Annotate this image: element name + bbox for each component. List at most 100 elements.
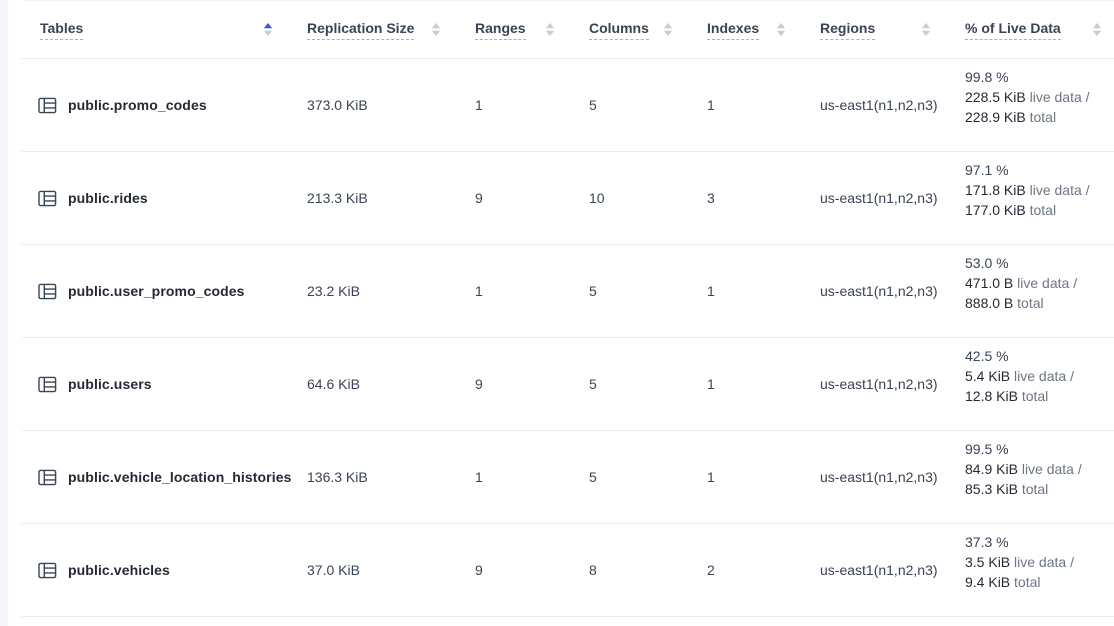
live-size-line: 84.9 KiB live data / <box>965 459 1114 479</box>
total-suffix: total <box>1030 202 1056 218</box>
total-suffix: total <box>1030 109 1056 125</box>
total-suffix: total <box>1017 295 1043 311</box>
ranges-header-cell[interactable]: Ranges <box>475 1 589 58</box>
table-name-link[interactable]: public.promo_codes <box>22 97 307 114</box>
total-size: 228.9 KiB <box>965 109 1026 125</box>
table-row: public.user_promo_codes 23.2 KiB 1 5 1 u… <box>22 245 1114 338</box>
total-size-line: 9.4 KiB total <box>965 572 1114 592</box>
live-size: 5.4 KiB <box>965 368 1010 384</box>
regions-cell: us-east1(n1,n2,n3) <box>820 283 965 299</box>
ranges-cell: 1 <box>475 97 589 113</box>
live-percent: 42.5 % <box>965 346 1114 366</box>
indexes-cell: 1 <box>707 97 820 113</box>
replication-size-header-cell[interactable]: Replication Size <box>307 1 475 58</box>
table-row: public.vehicles 37.0 KiB 9 8 2 us-east1(… <box>22 524 1114 617</box>
live-size-line: 171.8 KiB live data / <box>965 180 1114 200</box>
live-size-line: 228.5 KiB live data / <box>965 87 1114 107</box>
table-grid-icon <box>38 283 57 300</box>
live-percent: 99.8 % <box>965 67 1114 87</box>
live-data-suffix: live data / <box>1014 554 1074 570</box>
table-name: public.rides <box>68 190 148 206</box>
live-size: 171.8 KiB <box>965 182 1026 198</box>
live-size: 3.5 KiB <box>965 554 1010 570</box>
sort-arrows-icon <box>776 22 786 37</box>
live-data-header-cell[interactable]: % of Live Data <box>965 1 1114 58</box>
live-size: 471.0 B <box>965 275 1013 291</box>
indexes-cell: 3 <box>707 190 820 206</box>
table-grid-icon <box>38 190 57 207</box>
total-size-line: 888.0 B total <box>965 293 1114 313</box>
total-size: 85.3 KiB <box>965 481 1018 497</box>
regions-cell: us-east1(n1,n2,n3) <box>820 97 965 113</box>
total-size: 12.8 KiB <box>965 388 1018 404</box>
total-suffix: total <box>1022 481 1048 497</box>
table-name: public.user_promo_codes <box>68 283 245 299</box>
columns-header-cell[interactable]: Columns <box>589 1 707 58</box>
sort-arrows-icon <box>263 22 273 37</box>
live-size: 84.9 KiB <box>965 461 1018 477</box>
columns-cell: 5 <box>589 283 707 299</box>
sort-arrows-icon <box>921 22 931 37</box>
table-grid-icon <box>38 469 57 486</box>
ranges-cell: 1 <box>475 469 589 485</box>
indexes-cell: 1 <box>707 469 820 485</box>
live-data-cell: 97.1 % 171.8 KiB live data / 177.0 KiB t… <box>965 160 1114 220</box>
total-suffix: total <box>1014 574 1040 590</box>
live-data-cell: 42.5 % 5.4 KiB live data / 12.8 KiB tota… <box>965 346 1114 406</box>
indexes-cell: 1 <box>707 283 820 299</box>
indexes-cell: 1 <box>707 376 820 392</box>
total-size-line: 85.3 KiB total <box>965 479 1114 499</box>
page-left-gutter <box>0 0 8 626</box>
live-size-line: 471.0 B live data / <box>965 273 1114 293</box>
sort-arrows-icon <box>431 22 441 37</box>
ranges-header-label: Ranges <box>475 20 526 40</box>
replication-size-cell: 37.0 KiB <box>307 562 475 578</box>
total-suffix: total <box>1022 388 1048 404</box>
tables-header-cell[interactable]: Tables <box>22 1 307 58</box>
replication-size-cell: 213.3 KiB <box>307 190 475 206</box>
table-row: public.rides 213.3 KiB 9 10 3 us-east1(n… <box>22 152 1114 245</box>
indexes-cell: 2 <box>707 562 820 578</box>
columns-cell: 5 <box>589 376 707 392</box>
columns-cell: 5 <box>589 97 707 113</box>
columns-cell: 8 <box>589 562 707 578</box>
sort-arrows-icon <box>1092 22 1102 37</box>
table-body: public.promo_codes 373.0 KiB 1 5 1 us-ea… <box>22 59 1114 617</box>
table-name-link[interactable]: public.vehicles <box>22 562 307 579</box>
live-percent: 37.3 % <box>965 532 1114 552</box>
indexes-header-label: Indexes <box>707 20 759 40</box>
table-grid-icon <box>38 97 57 114</box>
live-percent: 99.5 % <box>965 439 1114 459</box>
table-row: public.promo_codes 373.0 KiB 1 5 1 us-ea… <box>22 59 1114 152</box>
columns-cell: 10 <box>589 190 707 206</box>
regions-header-cell[interactable]: Regions <box>820 1 965 58</box>
sort-arrows-icon <box>663 22 673 37</box>
table-name-link[interactable]: public.users <box>22 376 307 393</box>
table-name-link[interactable]: public.user_promo_codes <box>22 283 307 300</box>
replication-size-cell: 64.6 KiB <box>307 376 475 392</box>
regions-cell: us-east1(n1,n2,n3) <box>820 469 965 485</box>
replication-size-cell: 23.2 KiB <box>307 283 475 299</box>
live-data-suffix: live data / <box>1017 275 1077 291</box>
total-size: 177.0 KiB <box>965 202 1026 218</box>
columns-cell: 5 <box>589 469 707 485</box>
table-row: public.users 64.6 KiB 9 5 1 us-east1(n1,… <box>22 338 1114 431</box>
tables-header-label: Tables <box>40 20 83 40</box>
live-data-suffix: live data / <box>1030 182 1090 198</box>
sort-arrows-icon <box>545 22 555 37</box>
total-size: 888.0 B <box>965 295 1013 311</box>
table-name: public.promo_codes <box>68 97 207 113</box>
ranges-cell: 9 <box>475 190 589 206</box>
replication-size-cell: 373.0 KiB <box>307 97 475 113</box>
regions-cell: us-east1(n1,n2,n3) <box>820 562 965 578</box>
live-percent: 97.1 % <box>965 160 1114 180</box>
live-size: 228.5 KiB <box>965 89 1026 105</box>
table-grid-icon <box>38 562 57 579</box>
replication-size-header-label: Replication Size <box>307 20 414 40</box>
live-data-suffix: live data / <box>1014 368 1074 384</box>
table-name-link[interactable]: public.rides <box>22 190 307 207</box>
table-header-row: Tables Replication Size Ranges Columns I… <box>22 1 1114 59</box>
live-data-suffix: live data / <box>1030 89 1090 105</box>
indexes-header-cell[interactable]: Indexes <box>707 1 820 58</box>
table-name-link[interactable]: public.vehicle_location_histories <box>22 469 307 486</box>
